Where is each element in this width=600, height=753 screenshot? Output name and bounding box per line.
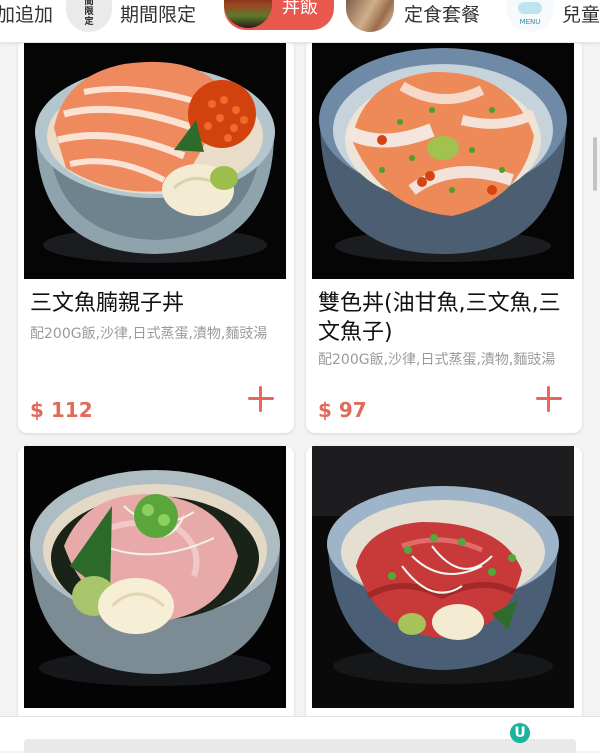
add-to-cart-button[interactable]	[534, 384, 564, 414]
product-photo	[24, 40, 286, 279]
tab-rice-bowls[interactable]: 丼飯	[224, 0, 334, 30]
tab-add-ons[interactable]: 加追加	[0, 0, 53, 36]
tab-thumbnail-text: 期間限定	[84, 0, 94, 28]
tab-label: 加追加	[0, 3, 54, 26]
tab-thumbnail: MENU	[506, 0, 554, 32]
salmon-belly-ikura-bowl-image	[24, 40, 286, 279]
tuna-bowl-image	[312, 446, 574, 708]
tab-label: 期間限定	[120, 3, 197, 26]
tab-limited-time[interactable]: 期間限定 期間限定	[66, 0, 196, 36]
product-name: 三文魚腩親子丼	[30, 291, 185, 316]
u-badge-icon[interactable]: U	[510, 723, 530, 743]
cloud-icon	[518, 2, 542, 14]
tab-thumbnail: 期間限定	[66, 0, 112, 32]
product-price: $ 112	[30, 398, 93, 422]
product-description: 配200G飯,沙律,日式蒸蛋,漬物,麵豉湯	[318, 352, 556, 368]
product-card[interactable]	[306, 446, 582, 746]
product-photo	[24, 446, 286, 708]
tab-thumbnail-text: MENU	[519, 18, 541, 26]
tab-set-meals[interactable]: 定食套餐	[346, 0, 480, 36]
product-name: 雙色丼(油甘魚,三文魚,三文魚子)	[318, 291, 561, 345]
product-photo	[312, 446, 574, 708]
tab-kids[interactable]: MENU 兒童	[506, 0, 600, 36]
product-card[interactable]: 三文魚腩親子丼 配200G飯,沙律,日式蒸蛋,漬物,麵豉湯 $ 112	[18, 40, 294, 433]
bottom-sheet-handle[interactable]	[24, 739, 576, 753]
category-tab-bar: 加追加 期間限定 期間限定 丼飯 定食套餐 MENU 兒童	[0, 0, 600, 43]
yellowtail-salmon-ikura-bowl-image	[312, 40, 574, 279]
tab-label: 定食套餐	[404, 3, 481, 26]
tab-thumbnail	[224, 0, 272, 28]
add-to-cart-button[interactable]	[246, 384, 276, 414]
product-card[interactable]	[18, 446, 294, 746]
tab-label: 丼飯	[282, 0, 318, 18]
scroll-indicator[interactable]	[593, 137, 597, 191]
tab-thumbnail	[346, 0, 394, 32]
bottom-sheet: U	[0, 716, 600, 753]
product-card[interactable]: 雙色丼(油甘魚,三文魚,三文魚子) 配200G飯,沙律,日式蒸蛋,漬物,麵豉湯 …	[306, 40, 582, 433]
tab-label: 兒童	[562, 3, 600, 26]
product-description: 配200G飯,沙律,日式蒸蛋,漬物,麵豉湯	[30, 326, 268, 342]
negitoro-bowl-image	[24, 446, 286, 708]
product-photo	[312, 40, 574, 279]
product-price: $ 97	[318, 398, 367, 422]
